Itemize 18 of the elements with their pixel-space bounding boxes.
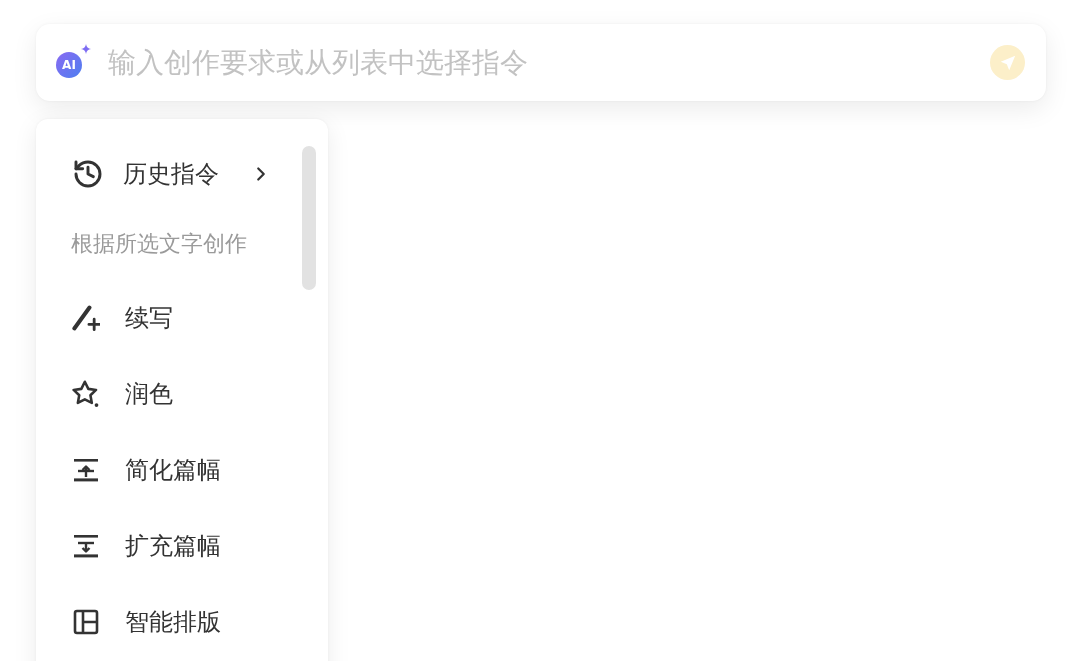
history-icon [72, 158, 104, 190]
history-menu-item[interactable]: 历史指令 [36, 136, 286, 212]
sparkle-icon [81, 43, 91, 54]
expand-text-icon [72, 532, 100, 560]
layout-icon [72, 608, 100, 636]
command-menu-item[interactable]: 智能排版 [36, 584, 286, 660]
command-menu-item[interactable]: 扩充篇幅 [36, 508, 286, 584]
command-menu-item[interactable]: 简化篇幅 [36, 432, 286, 508]
paper-plane-icon [999, 54, 1016, 71]
scrollbar[interactable] [302, 146, 316, 290]
command-menu-item[interactable]: 续写 [36, 280, 286, 356]
star-icon [72, 380, 100, 408]
shrink-text-icon [72, 456, 100, 484]
command-menu-item[interactable]: 润色 [36, 356, 286, 432]
ai-logo: AI [56, 51, 82, 78]
section-heading: 根据所选文字创作 [71, 230, 247, 258]
pen-plus-icon [72, 304, 100, 332]
prompt-input[interactable]: 输入创作要求或从列表中选择指令 [108, 42, 974, 83]
